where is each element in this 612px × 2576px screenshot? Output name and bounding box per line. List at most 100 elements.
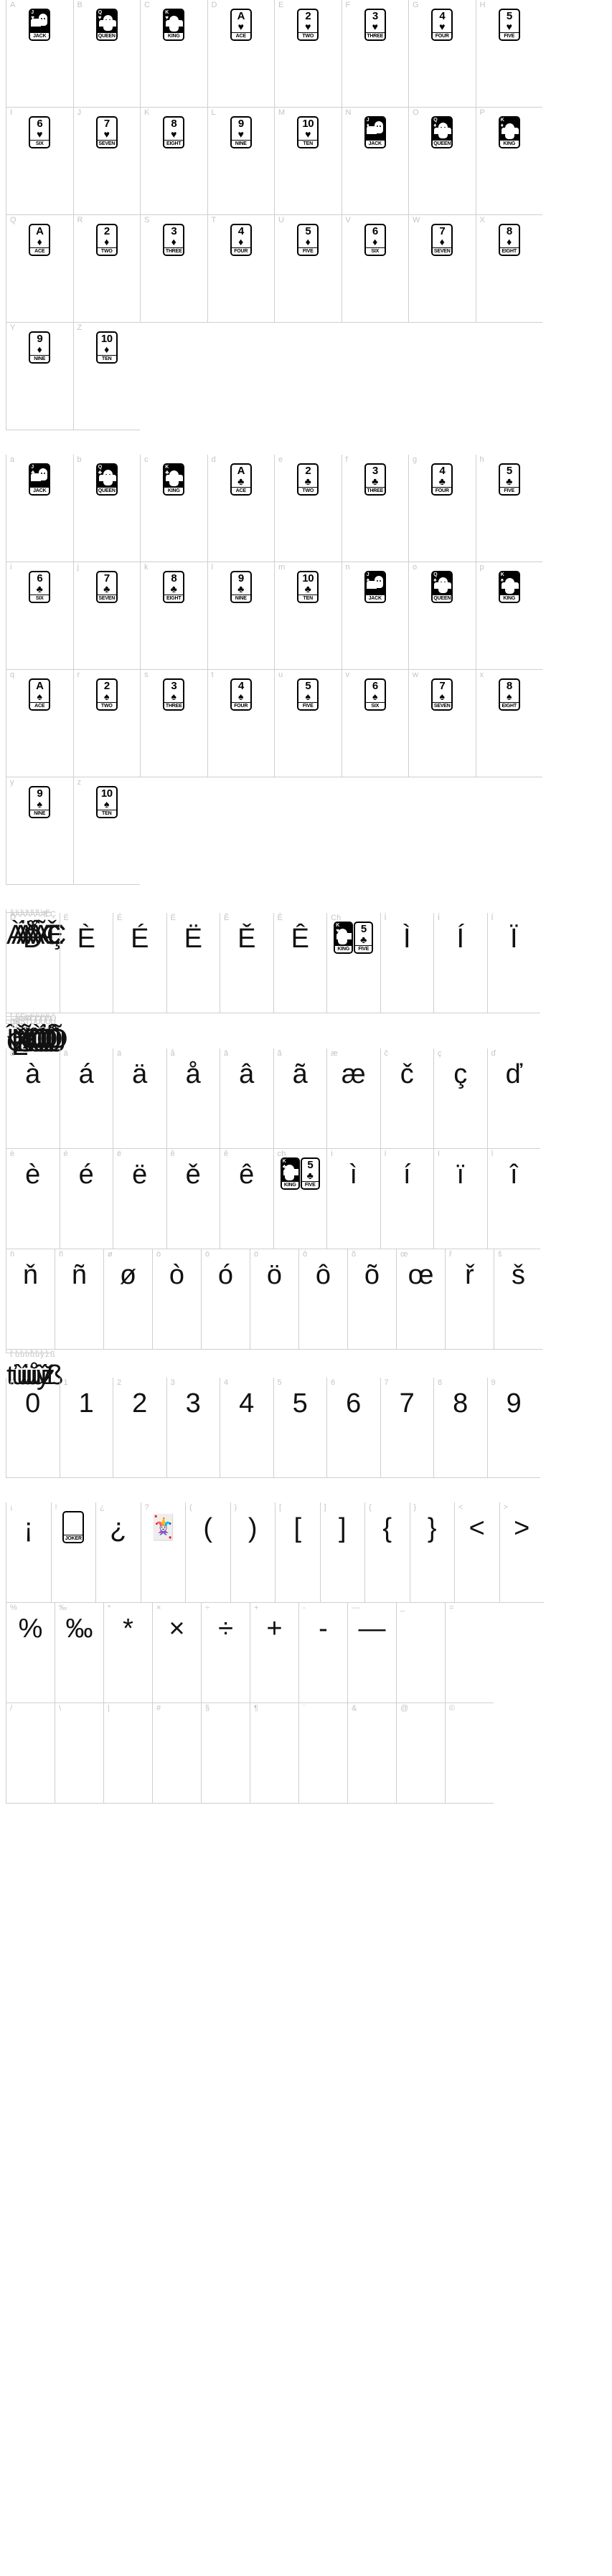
glyph-cell[interactable]: ¨ [298,1703,347,1804]
glyph-cell[interactable]: ĚĚ [220,913,273,1013]
glyph-cell[interactable]: ÏÏ [486,913,540,1013]
glyph-cell[interactable]: ěě [166,1149,220,1249]
glyph-cell[interactable]: H 5 ♥ FIVE [475,0,542,108]
glyph-cell[interactable]: ŮŮ [41,1017,61,1058]
glyph-cell[interactable]: ââ [220,1048,273,1149]
glyph-cell[interactable]: h 5 ♣ FIVE [475,455,542,562]
glyph-cell[interactable]: @ [396,1703,445,1804]
glyph-cell[interactable]: s 3 ♠ THREE [140,670,207,777]
glyph-cell[interactable]: üü [21,1350,37,1391]
glyph-cell[interactable]: K 8 ♥ EIGHT [140,108,207,215]
glyph-cell[interactable]: d A ♣ ACE [207,455,274,562]
glyph-cell[interactable]: ŠŠ [16,1017,34,1058]
glyph-cell[interactable]: ŤŤ [21,1017,38,1058]
glyph-cell[interactable]: ÉÉ [113,913,166,1013]
glyph-cell[interactable]: ůů [26,1350,42,1391]
glyph-cell[interactable]: ÍÍ [433,913,487,1013]
glyph-cell[interactable]: ãã [273,1048,326,1149]
glyph-cell[interactable]: œœ [396,1249,445,1350]
glyph-cell[interactable]: z 10 ♠ TEN [72,777,140,885]
glyph-cell[interactable]: 55 [273,1378,326,1478]
glyph-cell[interactable]: o Q ♠ QUEEN [408,562,476,670]
glyph-cell[interactable]: l 9 ♣ NINE [207,562,274,670]
glyph-cell[interactable]: éé [59,1149,113,1249]
glyph-cell[interactable]: ? 🃏 [140,1502,185,1603]
glyph-cell[interactable]: m 10 ♣ TEN [274,562,342,670]
glyph-cell[interactable]: j 7 ♣ SEVEN [72,562,140,670]
glyph-cell[interactable]: y 9 ♠ NINE [6,777,73,885]
glyph-cell[interactable]: ch K ♣ KING 5 ♣ FIVE [273,1149,326,1249]
glyph-cell[interactable]: ìì [326,1149,380,1249]
glyph-cell[interactable]: íí [380,1149,433,1249]
glyph-cell[interactable]: x 8 ♠ EIGHT [475,670,542,777]
glyph-cell[interactable]: * * [103,1603,152,1703]
glyph-cell[interactable]: ¶ [250,1703,298,1804]
glyph-cell[interactable]: D A ♥ ACE [207,0,274,108]
glyph-cell[interactable]: {{ [364,1502,410,1603]
glyph-cell[interactable]: 77 [380,1378,433,1478]
glyph-cell[interactable]: p K ♠ KING [475,562,542,670]
glyph-cell[interactable]: © [445,1703,494,1804]
glyph-cell[interactable]: G 4 ♥ FOUR [408,0,476,108]
glyph-cell[interactable]: 66 [326,1378,380,1478]
glyph-cell[interactable]: ¡ ¡ [6,1502,51,1603]
glyph-cell[interactable]: ôô [298,1249,347,1350]
glyph-cell[interactable]: F 3 ♥ THREE [341,0,408,108]
glyph-cell[interactable]: (( [185,1502,230,1603]
glyph-cell[interactable]: | [103,1703,152,1804]
glyph-cell[interactable]: )) [230,1502,275,1603]
glyph-cell[interactable]: k 8 ♣ EIGHT [140,562,207,670]
glyph-cell[interactable]: ää [113,1048,166,1149]
glyph-cell[interactable]: V 6 ♦ SIX [341,215,408,323]
glyph-cell[interactable]: [[ [275,1502,320,1603]
glyph-cell[interactable]: L 9 ♥ NINE [207,108,274,215]
glyph-cell[interactable]: R 2 ♦ TWO [72,215,140,323]
glyph-cell[interactable]: i 6 ♣ SIX [6,562,73,670]
glyph-cell[interactable]: ËË [166,913,220,1013]
glyph-cell[interactable]: 00 [6,1378,60,1478]
glyph-cell[interactable]: 99 [486,1378,540,1478]
glyph-cell[interactable]: ÜÜ [36,1017,56,1058]
glyph-cell[interactable]: ÷ ÷ [201,1603,250,1703]
glyph-cell[interactable]: C K ♥ KING [140,0,207,108]
glyph-cell[interactable]: r 2 ♠ TWO [72,670,140,777]
glyph-cell[interactable]: T 4 ♦ FOUR [207,215,274,323]
glyph-cell[interactable]: ‰ ‰ [55,1603,103,1703]
glyph-cell[interactable]: × × [152,1603,201,1703]
glyph-cell[interactable]: u 5 ♠ FIVE [274,670,342,777]
glyph-cell[interactable]: êê [220,1149,273,1249]
glyph-cell[interactable]: čč [380,1048,433,1149]
glyph-cell[interactable]: àà [6,1048,60,1149]
glyph-cell[interactable]: ÛÛ [46,1017,66,1058]
glyph-cell[interactable]: = [445,1603,494,1703]
glyph-cell[interactable]: ýý [36,1350,50,1391]
glyph-cell[interactable]: ëë [113,1149,166,1249]
glyph-cell[interactable]: 11 [59,1378,113,1478]
glyph-cell[interactable]: ¿ ¿ [95,1502,141,1603]
glyph-cell[interactable]: îî [486,1149,540,1249]
glyph-cell[interactable]: ]] [319,1502,364,1603]
glyph-cell[interactable]: E 2 ♥ TWO [274,0,342,108]
glyph-cell[interactable]: ÙÙ [26,1017,46,1058]
glyph-cell[interactable]: úú [16,1350,32,1391]
glyph-cell[interactable]: S 3 ♦ THREE [140,215,207,323]
glyph-cell[interactable]: < < [454,1502,499,1603]
glyph-cell[interactable]: X 8 ♦ EIGHT [475,215,542,323]
glyph-cell[interactable]: g 4 ♣ FOUR [408,455,476,562]
glyph-cell[interactable]: ťť [6,1350,17,1391]
glyph-cell[interactable]: — — [347,1603,396,1703]
glyph-cell[interactable]: áá [59,1048,113,1149]
glyph-cell[interactable]: > > [499,1502,544,1603]
glyph-cell[interactable]: Q A ♦ ACE [6,215,73,323]
glyph-cell[interactable]: ïï [433,1149,487,1249]
glyph-cell[interactable]: ÌÌ [380,913,433,1013]
glyph-cell[interactable]: -- [298,1603,347,1703]
glyph-cell[interactable]: öö [250,1249,298,1350]
glyph-cell[interactable]: b Q ♣ QUEEN [72,455,140,562]
glyph-cell[interactable]: õõ [347,1249,396,1350]
glyph-cell[interactable]: %% [6,1603,55,1703]
glyph-cell[interactable]: ňň [6,1249,55,1350]
glyph-cell[interactable]: B Q ♥ QUEEN [72,0,140,108]
glyph-cell[interactable]: 33 [166,1378,220,1478]
glyph-cell[interactable]: § [201,1703,250,1804]
